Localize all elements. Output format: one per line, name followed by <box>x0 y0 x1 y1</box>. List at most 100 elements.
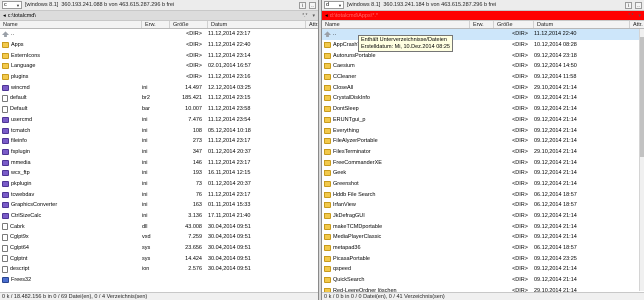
file-row[interactable]: Language <DIR> 02.01,2014 16:57 <box>0 61 318 72</box>
file-row[interactable]: JkDefragGUI <DIR> 09.12,2014 21:14 <box>322 211 644 222</box>
file-row[interactable]: GraphicsConverter ini 163 01.11,2014 15:33 <box>0 200 318 211</box>
file-row[interactable]: descript ion 2.576 30.04,2014 09:51 <box>0 264 318 275</box>
left-status-bar: 0 k / 18.482.156 b in 0 / 69 Datei(en), … <box>0 292 318 300</box>
left-filter[interactable]: *.* <box>302 13 307 19</box>
column-ext[interactable]: Erw. <box>142 21 170 28</box>
column-ext[interactable]: Erw. <box>470 21 494 28</box>
history-icon[interactable]: ◂ <box>325 13 328 19</box>
file-size: <DIR> <box>512 116 528 123</box>
file-date: 09.12,2014 21:14 <box>534 127 577 134</box>
right-path-bar[interactable]: ◂ d:\totalcmd\Apps\*.* *.* ▾ <box>322 11 644 21</box>
history-icon[interactable]: ◂ <box>3 13 6 19</box>
ini-icon <box>2 148 9 155</box>
file-row[interactable]: CloseAll <DIR> 29.10,2014 21:14 <box>322 82 644 93</box>
file-name-cell: descript <box>0 265 140 273</box>
file-row[interactable]: FilesTerminator <DIR> 29.10,2014 21:14 <box>322 147 644 158</box>
file-name-cell: PicasaPortable <box>322 255 468 262</box>
right-root-button[interactable]: \ <box>625 1 632 9</box>
file-name: Geek <box>333 170 347 177</box>
file-row[interactable]: Cglpt9x vxd 7.259 30.04,2014 09:51 <box>0 232 318 243</box>
file-date: 16.11,2014 12:15 <box>208 170 251 177</box>
file-name-cell: ExternIcons <box>0 52 140 59</box>
file-row[interactable]: FileAlyzerPortable <DIR> 09.12,2014 21:14 <box>322 136 644 147</box>
file-size: <DIR> <box>512 127 528 134</box>
right-file-panel[interactable]: d ▼ [windows 8.1] 360.193.241.184 b von … <box>321 0 644 300</box>
column-name[interactable]: Name <box>0 21 142 28</box>
file-row[interactable]: Caesium <DIR> 09.12,2014 14:50 <box>322 61 644 72</box>
file-name: tcwebdav <box>11 191 35 198</box>
column-attr[interactable]: Attr. <box>306 21 318 28</box>
file-name: Apps <box>11 42 24 49</box>
file-row[interactable]: DontSleep <DIR> 09.12,2014 21:14 <box>322 104 644 115</box>
file-name: Everything <box>333 127 359 134</box>
file-size: 3.136 <box>188 213 202 220</box>
file-row[interactable]: Default bar 10.007 11.12,2014 23:58 <box>0 104 318 115</box>
file-row[interactable]: .. <DIR> 11.12,2014 23:17 <box>0 29 318 40</box>
file-row[interactable]: Greenshot <DIR> 09.12,2014 21:14 <box>322 179 644 190</box>
column-name[interactable]: Name <box>322 21 470 28</box>
file-ext: ini <box>142 116 148 123</box>
chevron-down-icon[interactable]: ▾ <box>638 13 641 19</box>
file-row[interactable]: ERUNTgui_p <DIR> 09.12,2014 21:14 <box>322 115 644 126</box>
column-attr[interactable]: Attr. <box>630 21 643 28</box>
file-row[interactable]: fsplugin ini 347 01.12,2014 20:37 <box>0 147 318 158</box>
right-filter[interactable]: *.* <box>628 13 633 19</box>
file-row[interactable]: default br2 185.421 11.12,2014 23:15 <box>0 93 318 104</box>
file-row[interactable]: ExternIcons <DIR> 11.12,2014 23:14 <box>0 50 318 61</box>
file-row[interactable]: mmedia ini 146 11.12,2014 23:17 <box>0 157 318 168</box>
file-name-cell: CrystalDiskInfo <box>322 95 468 102</box>
file-date: 09.12,2014 21:14 <box>534 223 577 230</box>
file-row[interactable]: qspeed <DIR> 09.12,2014 21:14 <box>322 264 644 275</box>
column-size[interactable]: Größe <box>170 21 208 28</box>
left-parent-button[interactable]: .. <box>309 1 316 9</box>
file-row[interactable]: IrfanView <DIR> 06.12,2014 18:57 <box>322 200 644 211</box>
file-row[interactable]: Frees32 <box>0 275 318 286</box>
file-row[interactable]: QuickSearch <DIR> 09.12,2014 21:14 <box>322 275 644 286</box>
file-row[interactable]: usercmd ini 7.476 11.12,2014 23:54 <box>0 115 318 126</box>
left-path-bar[interactable]: ◂ c:\totalcmd\ *.* ▾ <box>0 11 318 21</box>
column-size[interactable]: Größe <box>494 21 534 28</box>
file-row[interactable]: PicasaPortable <DIR> 09.12,2014 23:25 <box>322 253 644 264</box>
right-parent-button[interactable]: .. <box>635 1 642 9</box>
file-row[interactable]: wcx_ftp ini 193 16.11,2014 12:15 <box>0 168 318 179</box>
file-name: GraphicsConverter <box>11 202 58 209</box>
file-size: <DIR> <box>186 52 202 59</box>
file-name-cell: IrfanView <box>322 202 468 209</box>
file-row[interactable]: Everything <DIR> 09.12,2014 21:14 <box>322 125 644 136</box>
column-date[interactable]: Datum <box>208 21 306 28</box>
file-row[interactable]: Cglpt64 sys 23.656 30.04,2014 09:51 <box>0 243 318 254</box>
scrollbar-thumb[interactable] <box>640 37 644 157</box>
file-row[interactable]: tcwebdav ini 76 11.12,2014 23:17 <box>0 189 318 200</box>
right-vertical-scrollbar[interactable] <box>639 29 644 291</box>
file-row[interactable]: CCleaner <DIR> 09.12,2014 11:58 <box>322 72 644 83</box>
file-row[interactable]: metapad36 <DIR> 06.12,2014 18:57 <box>322 243 644 254</box>
left-root-button[interactable]: \ <box>299 1 306 9</box>
left-file-panel[interactable]: c ▼ [windows 8.1] 360.193.241.088 b von … <box>0 0 319 300</box>
chevron-down-icon[interactable]: ▾ <box>312 13 315 19</box>
file-ext: bar <box>142 106 150 113</box>
file-row[interactable]: CrystalDiskInfo <DIR> 09.12,2014 21:14 <box>322 93 644 104</box>
file-row[interactable]: fileinfo ini 273 11.12,2014 23:17 <box>0 136 318 147</box>
file-row[interactable]: FreeCommanderXE <DIR> 09.12,2014 21:14 <box>322 157 644 168</box>
file-row[interactable]: MediaPlayerClassic <DIR> 09.12,2014 21:14 <box>322 232 644 243</box>
file-row[interactable]: plugins <DIR> 11.12,2014 23:16 <box>0 72 318 83</box>
file-row[interactable]: Cglptnt sys 14.424 30.04,2014 09:51 <box>0 253 318 264</box>
folder-icon <box>324 223 331 230</box>
file-date: 11.12,2014 23:15 <box>208 95 251 102</box>
file-row[interactable]: Geek <DIR> 09.12,2014 21:14 <box>322 168 644 179</box>
file-size: <DIR> <box>512 213 528 220</box>
file-row[interactable]: wincmd ini 14.497 12.12,2014 03:25 <box>0 82 318 93</box>
file-row[interactable]: CtrlSizeCalc ini 3.136 17.11,2014 21:40 <box>0 211 318 222</box>
file-row[interactable]: Hddb File Search <DIR> 06.12,2014 18:57 <box>322 189 644 200</box>
file-row[interactable]: pkplugin ini 73 01.12,2014 20:37 <box>0 179 318 190</box>
file-row[interactable]: makeTCMDportable <DIR> 09.12,2014 21:14 <box>322 221 644 232</box>
file-date: 09.12,2014 21:14 <box>534 213 577 220</box>
file-row[interactable]: Apps <DIR> 11.12,2014 22:40 <box>0 40 318 51</box>
file-row[interactable]: Cabrk dll 43.008 30.04,2014 09:51 <box>0 221 318 232</box>
file-date: 17.11,2014 21:40 <box>208 213 251 220</box>
file-name: FileAlyzerPortable <box>333 138 378 145</box>
left-drive-selector[interactable]: c ▼ <box>2 1 22 9</box>
column-date[interactable]: Datum <box>534 21 630 28</box>
file-row[interactable]: tcmatch ini 108 05.12,2014 10:18 <box>0 125 318 136</box>
right-drive-selector[interactable]: d ▼ <box>324 1 344 9</box>
